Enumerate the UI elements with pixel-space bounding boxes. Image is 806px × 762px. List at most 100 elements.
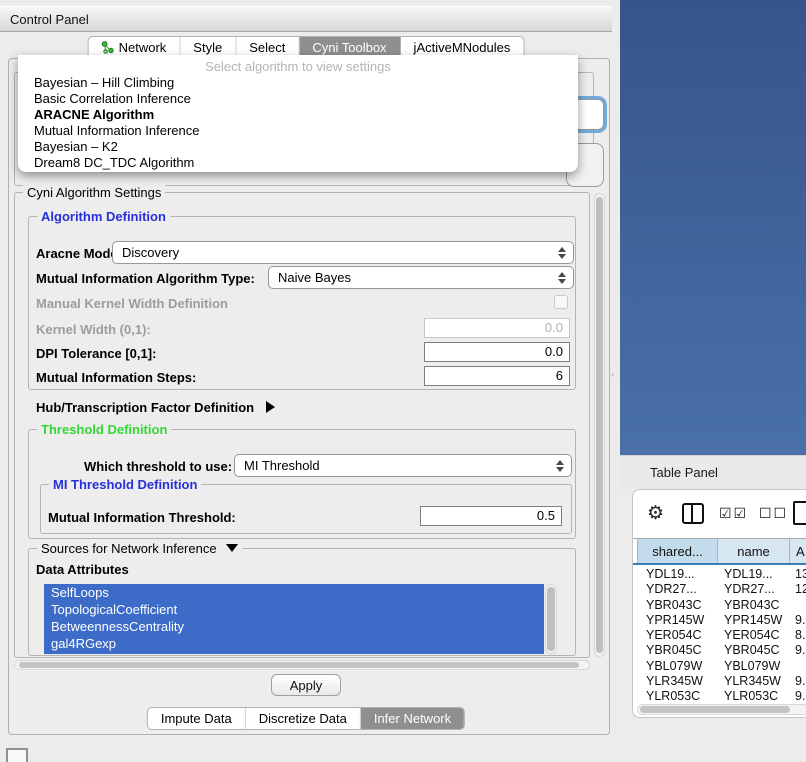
aracne-mode-select[interactable]: Discovery <box>112 241 574 264</box>
mi-algorithm-type-select[interactable]: Naive Bayes <box>268 266 574 289</box>
table-cell: YLR053C <box>633 689 718 704</box>
table-cell: YBR043C <box>718 598 790 613</box>
algorithm-option-bayesian-hill-climbing[interactable]: Bayesian – Hill Climbing <box>18 75 578 91</box>
table-cell: YLR345W <box>718 674 790 689</box>
algorithm-option-mutual-information-inference[interactable]: Mutual Information Inference <box>18 123 578 139</box>
tab-discretize-data[interactable]: Discretize Data <box>246 708 361 729</box>
table-cell: 8. <box>790 628 806 643</box>
table-row[interactable]: YER054CYER054C8. <box>633 628 806 643</box>
sources-title-text: Sources for Network Inference <box>41 541 217 556</box>
mi-steps-label: Mutual Information Steps: <box>36 370 196 385</box>
table-settings-gear-icon[interactable]: ⚙ <box>647 502 664 525</box>
minimized-panel-icon[interactable] <box>6 748 28 762</box>
tab-label: Discretize Data <box>259 711 347 726</box>
algorithm-option-bayesian-k2[interactable]: Bayesian – K2 <box>18 139 578 155</box>
algorithm-option-aracne-algorithm[interactable]: ARACNE Algorithm <box>18 107 578 123</box>
column-header-name[interactable]: name <box>718 539 790 563</box>
tab-label: jActiveMNodules <box>414 40 511 55</box>
aracne-mode-value: Discovery <box>122 245 179 260</box>
mi-threshold-definition-title: MI Threshold Definition <box>49 477 201 492</box>
table-cell: YDL19... <box>633 567 718 582</box>
app-window: Control Panel NetworkStyleSelectCyni Too… <box>0 0 806 762</box>
hub-definition-toggle[interactable]: Hub/Transcription Factor Definition <box>36 400 275 415</box>
table-cell: YBR045C <box>718 643 790 658</box>
export-table-icon[interactable] <box>793 501 806 525</box>
tab-impute-data[interactable]: Impute Data <box>148 708 246 729</box>
column-header-a[interactable]: A <box>790 539 806 563</box>
table-row[interactable]: YLR345WYLR345W9. <box>633 674 806 689</box>
attributes-scrollbar-thumb[interactable] <box>547 587 555 651</box>
kernel-width-label: Kernel Width (0,1): <box>36 322 151 337</box>
table-row[interactable]: YPR145WYPR145W9. <box>633 613 806 628</box>
settings-hscrollbar[interactable] <box>14 660 590 670</box>
which-threshold-label: Which threshold to use: <box>84 459 232 474</box>
show-columns-icon[interactable] <box>682 503 704 524</box>
table-panel-card: ⚙ ☑☑ ☐☐ shared...nameA YDL19...YDL19...1… <box>632 489 806 718</box>
table-cell: YDL19... <box>718 567 790 582</box>
aracne-mode-label: Aracne Mode: <box>36 246 122 261</box>
table-cell <box>790 598 806 613</box>
kernel-width-input: 0.0 <box>424 318 570 338</box>
column-header-shared[interactable]: shared... <box>637 539 718 563</box>
table-cell: YLR345W <box>633 674 718 689</box>
collapse-down-icon <box>226 544 238 552</box>
mi-algorithm-type-value: Naive Bayes <box>278 270 351 285</box>
settings-scrollbar[interactable] <box>594 193 605 657</box>
deselect-all-columns-icon[interactable]: ☐☐ <box>759 505 788 522</box>
stepper-arrows-icon <box>558 272 566 284</box>
table-row[interactable]: YDL19...YDL19...13 <box>633 567 806 582</box>
attribute-item-selfloops[interactable]: SelfLoops <box>44 584 544 601</box>
table-cell <box>790 659 806 674</box>
tab-label: Style <box>193 40 222 55</box>
algorithm-option-dream8-dc-tdc-algorithm[interactable]: Dream8 DC_TDC Algorithm <box>18 155 578 171</box>
control-panel-title: Control Panel <box>10 12 89 27</box>
settings-hscrollbar-thumb[interactable] <box>19 662 579 668</box>
stepper-arrows-icon <box>556 460 564 472</box>
mi-threshold-input[interactable]: 0.5 <box>420 506 562 526</box>
attribute-item-betweennesscentrality[interactable]: BetweennessCentrality <box>44 618 544 635</box>
table-cell: YBR045C <box>633 643 718 658</box>
table-row[interactable]: YBL079WYBL079W <box>633 659 806 674</box>
network-icon <box>102 41 114 54</box>
tab-label: Cyni Toolbox <box>312 40 386 55</box>
table-cell: YLR053C <box>718 689 790 704</box>
mi-steps-input[interactable]: 6 <box>424 366 570 386</box>
mi-threshold-label: Mutual Information Threshold: <box>48 510 236 525</box>
algorithm-dropdown-placeholder: Select algorithm to view settings <box>18 58 578 75</box>
attribute-item-topologicalcoefficient[interactable]: TopologicalCoefficient <box>44 601 544 618</box>
table-panel-titlebar: Table Panel <box>620 455 806 489</box>
algorithm-option-basic-correlation-inference[interactable]: Basic Correlation Inference <box>18 91 578 107</box>
select-all-columns-icon[interactable]: ☑☑ <box>719 505 748 522</box>
attribute-item-gal4rgexp[interactable]: gal4RGexp <box>44 635 544 652</box>
sources-group-title[interactable]: Sources for Network Inference <box>37 541 242 556</box>
dpi-tolerance-input[interactable]: 0.0 <box>424 342 570 362</box>
data-attributes-list[interactable]: SelfLoopsTopologicalCoefficientBetweenne… <box>44 584 544 654</box>
table-hscrollbar[interactable] <box>637 704 806 715</box>
attributes-scrollbar[interactable] <box>545 584 557 654</box>
stepper-arrows-icon <box>558 247 566 259</box>
tab-infer-network[interactable]: Infer Network <box>361 708 464 729</box>
control-panel-titlebar: Control Panel <box>0 6 612 32</box>
table-body: YDL19...YDL19...13YDR27...YDR27...12YBR0… <box>633 567 806 705</box>
table-cell: YBL079W <box>718 659 790 674</box>
expand-right-icon <box>266 401 275 413</box>
table-row[interactable]: YBR043CYBR043C <box>633 598 806 613</box>
table-header-row: shared...nameA <box>633 539 806 565</box>
which-threshold-select[interactable]: MI Threshold <box>234 454 572 477</box>
table-row[interactable]: YDR27...YDR27...12 <box>633 582 806 597</box>
table-cell: 13 <box>790 567 806 582</box>
hub-definition-label: Hub/Transcription Factor Definition <box>36 400 254 415</box>
table-cell: YER054C <box>718 628 790 643</box>
table-row[interactable]: YBR045CYBR045C9. <box>633 643 806 658</box>
bottom-tabbar: Impute Data Discretize Data Infer Network <box>147 707 465 730</box>
table-cell: YPR145W <box>633 613 718 628</box>
table-cell: YBR043C <box>633 598 718 613</box>
table-cell: YDR27... <box>718 582 790 597</box>
settings-scrollbar-thumb[interactable] <box>596 197 603 653</box>
cyni-algorithm-settings-title: Cyni Algorithm Settings <box>23 185 165 200</box>
table-row[interactable]: YLR053CYLR053C9. <box>633 689 806 704</box>
apply-button[interactable]: Apply <box>271 674 341 696</box>
table-cell: YPR145W <box>718 613 790 628</box>
table-hscrollbar-thumb[interactable] <box>640 706 790 713</box>
splitter-grip[interactable]: › <box>611 370 616 379</box>
